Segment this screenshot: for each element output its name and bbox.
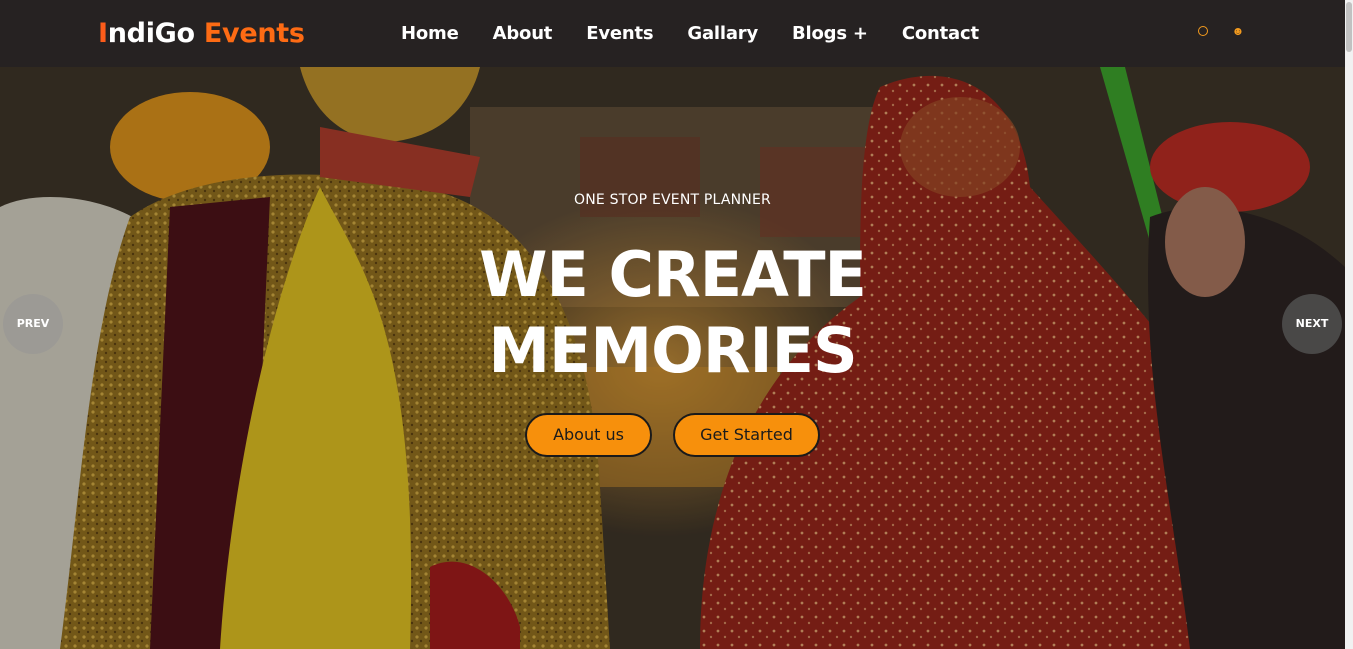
scrollbar-thumb[interactable]: [1346, 2, 1352, 52]
next-slide-button[interactable]: NEXT: [1282, 294, 1342, 354]
site-logo[interactable]: IndiGo Events: [98, 14, 305, 54]
about-us-button[interactable]: About us: [525, 413, 652, 457]
nav-blogs[interactable]: Blogs +: [792, 23, 868, 44]
nav-home[interactable]: Home: [401, 23, 459, 44]
hero-headline: WE CREATE MEMORIES: [0, 237, 1345, 389]
user-icon[interactable]: ☻: [1231, 24, 1245, 38]
headline-line-2: MEMORIES: [488, 314, 857, 387]
page-scrollbar[interactable]: [1345, 0, 1353, 649]
site-header: IndiGo Events Home About Events Gallary …: [0, 0, 1345, 67]
logo-highlight: Events: [203, 18, 305, 49]
logo-first-letter: I: [98, 18, 108, 49]
search-icon[interactable]: [1196, 24, 1210, 38]
logo-text: ndiGo: [107, 18, 204, 49]
nav-gallary[interactable]: Gallary: [687, 23, 758, 44]
headline-line-1: WE CREATE: [479, 238, 867, 311]
prev-slide-button[interactable]: PREV: [3, 294, 63, 354]
nav-contact[interactable]: Contact: [902, 23, 979, 44]
nav-about[interactable]: About: [493, 23, 553, 44]
hero-slider: ONE STOP EVENT PLANNER WE CREATE MEMORIE…: [0, 67, 1345, 649]
main-nav: Home About Events Gallary Blogs + Contac…: [401, 0, 979, 67]
hero-tagline: ONE STOP EVENT PLANNER: [574, 192, 771, 208]
nav-events[interactable]: Events: [586, 23, 653, 44]
get-started-button[interactable]: Get Started: [673, 413, 820, 457]
